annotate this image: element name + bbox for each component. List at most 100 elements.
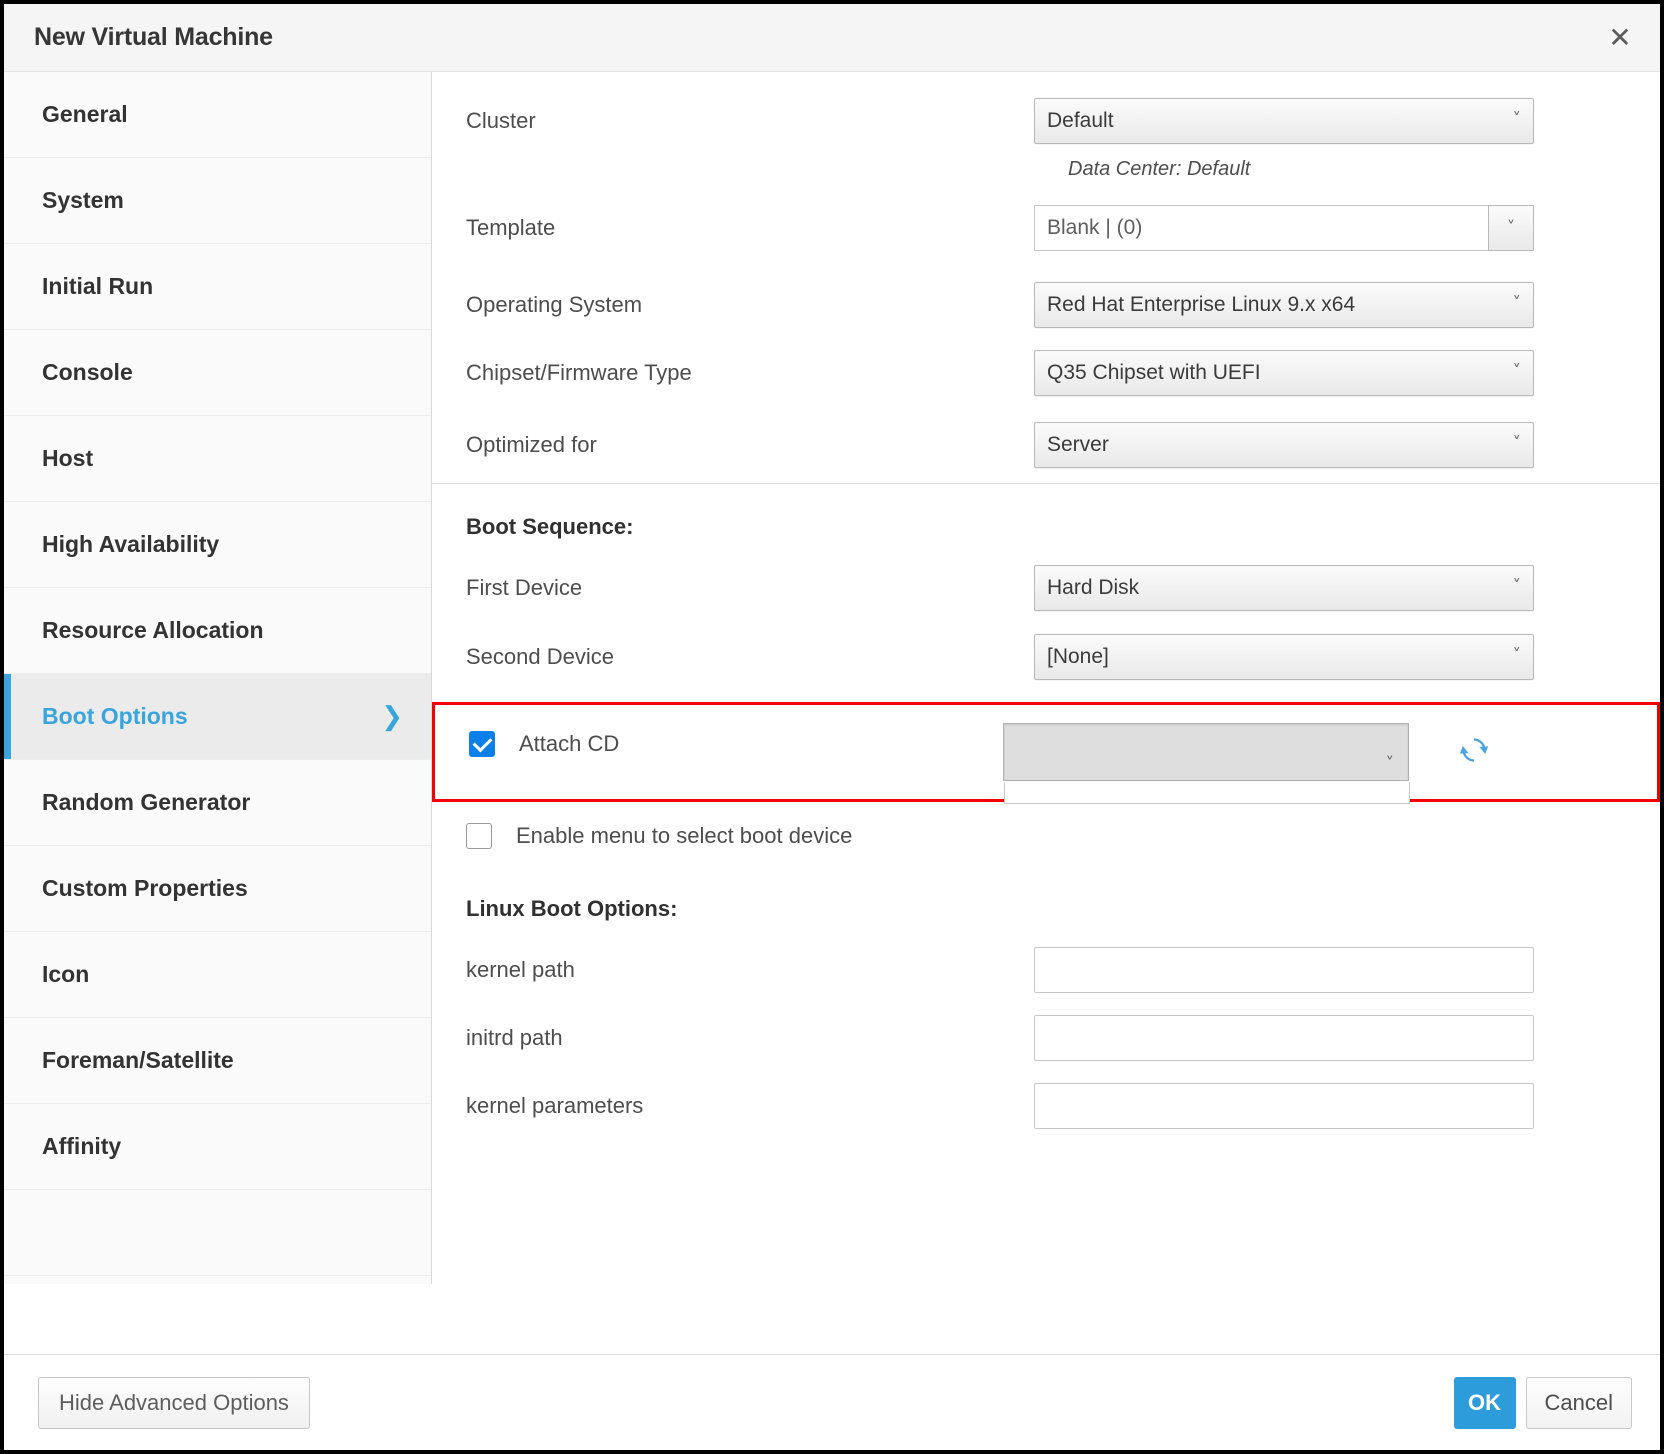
optimized-for-field: Server ˅ bbox=[1034, 422, 1624, 468]
operating-system-row: Operating System Red Hat Enterprise Linu… bbox=[466, 271, 1624, 339]
sidebar-item-random-generator[interactable]: Random Generator bbox=[4, 760, 431, 846]
enable-menu-checkbox[interactable] bbox=[466, 823, 492, 849]
second-device-label: Second Device bbox=[466, 644, 614, 669]
chipset-select[interactable]: Q35 Chipset with UEFI ˅ bbox=[1034, 350, 1534, 396]
boot-sequence-heading: Boot Sequence: bbox=[466, 514, 634, 539]
chevron-down-icon: ˅ bbox=[1512, 109, 1522, 130]
boot-options-extra-section: Enable menu to select boot device Linux … bbox=[432, 802, 1660, 1140]
sidebar-item-initial-run[interactable]: Initial Run bbox=[4, 244, 431, 330]
vm-settings-section: Cluster Default ˅ Data Center: Default T… bbox=[432, 72, 1660, 483]
kernel-path-label: kernel path bbox=[466, 957, 575, 982]
chipset-label: Chipset/Firmware Type bbox=[466, 360, 692, 385]
sidebar-item-label: Console bbox=[42, 359, 133, 385]
sidebar-item-label: Initial Run bbox=[42, 273, 154, 299]
sidebar-item-label: System bbox=[42, 187, 124, 213]
sidebar-item-icon[interactable]: Icon bbox=[4, 932, 431, 1018]
operating-system-label: Operating System bbox=[466, 292, 643, 317]
dialog-footer: Hide Advanced Options OK Cancel bbox=[4, 1354, 1660, 1450]
sidebar-item-label: Affinity bbox=[42, 1133, 122, 1159]
sidebar-item-system[interactable]: System bbox=[4, 158, 431, 244]
optimized-for-select-value: Server bbox=[1047, 433, 1109, 456]
ok-button[interactable]: OK bbox=[1453, 1376, 1516, 1429]
sidebar-item-label: Random Generator bbox=[42, 789, 251, 815]
enable-menu-row: Enable menu to select boot device bbox=[466, 802, 1624, 862]
optimized-for-row: Optimized for Server ˅ bbox=[466, 407, 1624, 483]
chevron-down-icon: ˅ bbox=[1512, 576, 1522, 597]
kernel-parameters-row: kernel parameters bbox=[466, 1072, 1624, 1140]
second-device-select[interactable]: [None] ˅ bbox=[1034, 634, 1534, 680]
attach-cd-field: ˅ bbox=[1003, 723, 1621, 804]
enable-menu-label: Enable menu to select boot device bbox=[516, 823, 853, 848]
attach-cd-checkbox[interactable] bbox=[469, 731, 495, 757]
operating-system-select-value: Red Hat Enterprise Linux 9.x x64 bbox=[1047, 293, 1356, 316]
sidebar-item-label: High Availability bbox=[42, 531, 220, 557]
kernel-parameters-field bbox=[1034, 1083, 1624, 1129]
initrd-path-input[interactable] bbox=[1034, 1015, 1534, 1061]
attach-cd-select[interactable]: ˅ bbox=[1003, 723, 1410, 804]
kernel-path-input[interactable] bbox=[1034, 947, 1534, 993]
kernel-path-row: kernel path bbox=[466, 936, 1624, 1004]
initrd-path-row: initrd path bbox=[466, 1004, 1624, 1072]
new-virtual-machine-dialog: New Virtual Machine ✕ General System Ini… bbox=[0, 0, 1664, 1454]
sidebar-item-high-availability[interactable]: High Availability bbox=[4, 502, 431, 588]
first-device-label: First Device bbox=[466, 575, 583, 600]
attach-cd-row: Attach CD ˅ bbox=[435, 705, 1657, 804]
cluster-datacenter-hint: Data Center: Default bbox=[1068, 158, 1251, 180]
chipset-field: Q35 Chipset with UEFI ˅ bbox=[1034, 350, 1624, 396]
sidebar-item-label: Foreman/Satellite bbox=[42, 1047, 234, 1073]
sidebar-item-label: Resource Allocation bbox=[42, 617, 264, 643]
kernel-parameters-input[interactable] bbox=[1034, 1083, 1534, 1129]
boot-sequence-section: Boot Sequence: First Device Hard Disk ˅ … bbox=[432, 484, 1660, 692]
hide-advanced-options-button[interactable]: Hide Advanced Options bbox=[38, 1376, 310, 1429]
template-row: Template Blank | (0) ˅ bbox=[466, 185, 1624, 271]
chevron-down-icon[interactable]: ˅ bbox=[1488, 205, 1534, 251]
sidebar-item-label: Custom Properties bbox=[42, 875, 248, 901]
attach-cd-label: Attach CD bbox=[519, 731, 620, 756]
attach-cd-dropdown-list[interactable] bbox=[1004, 782, 1410, 804]
operating-system-field: Red Hat Enterprise Linux 9.x x64 ˅ bbox=[1034, 282, 1624, 328]
cluster-field: Default ˅ bbox=[1034, 98, 1624, 144]
template-combo[interactable]: Blank | (0) ˅ bbox=[1034, 205, 1534, 251]
chevron-down-icon: ˅ bbox=[1512, 361, 1522, 382]
initrd-path-field bbox=[1034, 1015, 1624, 1061]
template-combo-value[interactable]: Blank | (0) bbox=[1034, 205, 1488, 251]
close-icon[interactable]: ✕ bbox=[1602, 20, 1638, 56]
first-device-field: Hard Disk ˅ bbox=[1034, 565, 1624, 611]
initrd-path-label: initrd path bbox=[466, 1025, 563, 1050]
sidebar-item-label: General bbox=[42, 101, 128, 127]
sidebar-item-custom-properties[interactable]: Custom Properties bbox=[4, 846, 431, 932]
linux-boot-options-heading: Linux Boot Options: bbox=[466, 896, 678, 921]
sidebar-nav: General System Initial Run Console Host … bbox=[4, 72, 432, 1284]
sidebar-item-foreman-satellite[interactable]: Foreman/Satellite bbox=[4, 1018, 431, 1104]
second-device-field: [None] ˅ bbox=[1034, 634, 1624, 680]
chevron-down-icon: ˅ bbox=[1512, 433, 1522, 454]
sidebar-item-label: Host bbox=[42, 445, 94, 471]
operating-system-select[interactable]: Red Hat Enterprise Linux 9.x x64 ˅ bbox=[1034, 282, 1534, 328]
chevron-right-icon: ❯ bbox=[381, 701, 403, 732]
sidebar-item-resource-allocation[interactable]: Resource Allocation bbox=[4, 588, 431, 674]
sidebar-item-general[interactable]: General bbox=[4, 72, 431, 158]
main-panel: Cluster Default ˅ Data Center: Default T… bbox=[432, 72, 1660, 1284]
sidebar-item-affinity[interactable]: Affinity bbox=[4, 1104, 431, 1190]
second-device-select-value: [None] bbox=[1047, 645, 1109, 668]
chevron-down-icon: ˅ bbox=[1512, 645, 1522, 666]
sidebar-item-boot-options[interactable]: Boot Options ❯ bbox=[4, 674, 431, 760]
cancel-button[interactable]: Cancel bbox=[1525, 1376, 1632, 1429]
chipset-row: Chipset/Firmware Type Q35 Chipset with U… bbox=[466, 339, 1624, 407]
first-device-row: First Device Hard Disk ˅ bbox=[466, 554, 1624, 622]
optimized-for-select[interactable]: Server ˅ bbox=[1034, 422, 1534, 468]
sidebar-item-console[interactable]: Console bbox=[4, 330, 431, 416]
cluster-select-value: Default bbox=[1047, 109, 1114, 132]
first-device-select[interactable]: Hard Disk ˅ bbox=[1034, 565, 1534, 611]
sidebar-item-host[interactable]: Host bbox=[4, 416, 431, 502]
attach-cd-highlight-box: Attach CD ˅ bbox=[432, 702, 1660, 804]
kernel-path-field bbox=[1034, 947, 1624, 993]
kernel-parameters-label: kernel parameters bbox=[466, 1093, 644, 1118]
sidebar-filler bbox=[4, 1190, 431, 1276]
sidebar-item-label: Boot Options bbox=[42, 703, 188, 729]
second-device-row: Second Device [None] ˅ bbox=[466, 622, 1624, 692]
first-device-select-value: Hard Disk bbox=[1047, 576, 1140, 599]
cluster-select[interactable]: Default ˅ bbox=[1034, 98, 1534, 144]
template-field: Blank | (0) ˅ bbox=[1034, 205, 1624, 251]
refresh-icon[interactable] bbox=[1457, 733, 1491, 767]
